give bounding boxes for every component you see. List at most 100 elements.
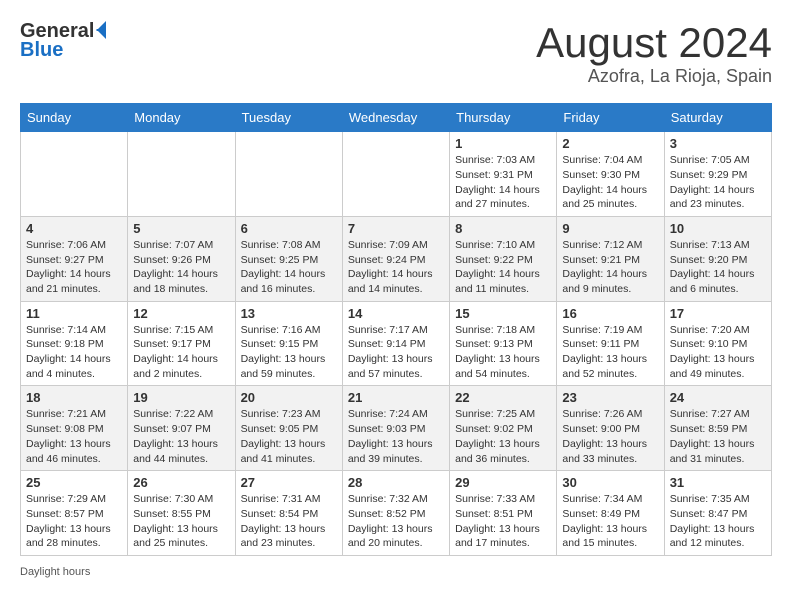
daylight-label: Daylight hours: [20, 566, 90, 578]
calendar-cell: 18 Sunrise: 7:21 AM Sunset: 9:08 PM Dayli…: [21, 386, 128, 471]
day-number: 27: [241, 475, 337, 490]
day-number: 12: [133, 306, 229, 321]
day-info: Sunrise: 7:26 AM Sunset: 9:00 PM Dayligh…: [562, 407, 658, 466]
calendar-cell: 27 Sunrise: 7:31 AM Sunset: 8:54 PM Dayli…: [235, 471, 342, 556]
calendar-cell: 29Sunrise: 7:33 AM Sunset: 8:51 PM Dayli…: [450, 471, 557, 556]
day-number: 2: [562, 136, 658, 151]
day-number: 6: [241, 221, 337, 236]
day-of-week-header: Tuesday: [235, 104, 342, 132]
day-info: Sunrise: 7:18 AM Sunset: 9:13 PM Dayligh…: [455, 323, 551, 382]
logo-blue-text: Blue: [20, 39, 63, 62]
footer: Daylight hours: [20, 566, 772, 578]
calendar-week-row: 18 Sunrise: 7:21 AM Sunset: 9:08 PM Dayli…: [21, 386, 772, 471]
day-info: Sunrise: 7:31 AM Sunset: 8:54 PM Dayligh…: [241, 492, 337, 551]
calendar-cell: 5 Sunrise: 7:07 AM Sunset: 9:26 PM Daylig…: [128, 216, 235, 301]
day-number: 7: [348, 221, 444, 236]
day-number: 26: [133, 475, 229, 490]
day-number: 16: [562, 306, 658, 321]
day-info: Sunrise: 7:16 AM Sunset: 9:15 PM Dayligh…: [241, 323, 337, 382]
day-info: Sunrise: 7:14 AM Sunset: 9:18 PM Dayligh…: [26, 323, 122, 382]
calendar-cell: 12 Sunrise: 7:15 AM Sunset: 9:17 PM Dayli…: [128, 301, 235, 386]
day-number: 10: [670, 221, 766, 236]
calendar-cell: 30Sunrise: 7:34 AM Sunset: 8:49 PM Dayli…: [557, 471, 664, 556]
calendar-cell: 3 Sunrise: 7:05 AM Sunset: 9:29 PM Daylig…: [664, 132, 771, 217]
calendar-week-row: 25 Sunrise: 7:29 AM Sunset: 8:57 PM Dayli…: [21, 471, 772, 556]
day-of-week-header: Thursday: [450, 104, 557, 132]
calendar-cell: 9Sunrise: 7:12 AM Sunset: 9:21 PM Daylig…: [557, 216, 664, 301]
day-number: 1: [455, 136, 551, 151]
day-number: 3: [670, 136, 766, 151]
day-info: Sunrise: 7:20 AM Sunset: 9:10 PM Dayligh…: [670, 323, 766, 382]
day-info: Sunrise: 7:06 AM Sunset: 9:27 PM Dayligh…: [26, 238, 122, 297]
day-number: 30: [562, 475, 658, 490]
calendar-cell: 4 Sunrise: 7:06 AM Sunset: 9:27 PM Daylig…: [21, 216, 128, 301]
logo: General Blue: [20, 20, 106, 62]
day-number: 4: [26, 221, 122, 236]
calendar-cell: 1Sunrise: 7:03 AM Sunset: 9:31 PM Daylig…: [450, 132, 557, 217]
day-number: 19: [133, 390, 229, 405]
day-number: 8: [455, 221, 551, 236]
day-info: Sunrise: 7:07 AM Sunset: 9:26 PM Dayligh…: [133, 238, 229, 297]
day-number: 11: [26, 306, 122, 321]
day-info: Sunrise: 7:12 AM Sunset: 9:21 PM Dayligh…: [562, 238, 658, 297]
day-number: 24: [670, 390, 766, 405]
calendar-cell: 28 Sunrise: 7:32 AM Sunset: 8:52 PM Dayli…: [342, 471, 449, 556]
calendar-week-row: 4 Sunrise: 7:06 AM Sunset: 9:27 PM Daylig…: [21, 216, 772, 301]
day-number: 14: [348, 306, 444, 321]
calendar-cell: 19 Sunrise: 7:22 AM Sunset: 9:07 PM Dayli…: [128, 386, 235, 471]
day-info: Sunrise: 7:13 AM Sunset: 9:20 PM Dayligh…: [670, 238, 766, 297]
day-info: Sunrise: 7:21 AM Sunset: 9:08 PM Dayligh…: [26, 407, 122, 466]
calendar-cell: 10 Sunrise: 7:13 AM Sunset: 9:20 PM Dayli…: [664, 216, 771, 301]
calendar-cell: 22 Sunrise: 7:25 AM Sunset: 9:02 PM Dayli…: [450, 386, 557, 471]
day-info: Sunrise: 7:17 AM Sunset: 9:14 PM Dayligh…: [348, 323, 444, 382]
calendar-cell: [21, 132, 128, 217]
calendar-cell: 20Sunrise: 7:23 AM Sunset: 9:05 PM Dayli…: [235, 386, 342, 471]
day-number: 5: [133, 221, 229, 236]
day-info: Sunrise: 7:05 AM Sunset: 9:29 PM Dayligh…: [670, 153, 766, 212]
day-info: Sunrise: 7:04 AM Sunset: 9:30 PM Dayligh…: [562, 153, 658, 212]
calendar-week-row: 11 Sunrise: 7:14 AM Sunset: 9:18 PM Dayli…: [21, 301, 772, 386]
calendar-cell: 2 Sunrise: 7:04 AM Sunset: 9:30 PM Daylig…: [557, 132, 664, 217]
calendar-cell: 7 Sunrise: 7:09 AM Sunset: 9:24 PM Daylig…: [342, 216, 449, 301]
calendar-cell: 16Sunrise: 7:19 AM Sunset: 9:11 PM Dayli…: [557, 301, 664, 386]
calendar-cell: 24 Sunrise: 7:27 AM Sunset: 8:59 PM Dayli…: [664, 386, 771, 471]
day-info: Sunrise: 7:09 AM Sunset: 9:24 PM Dayligh…: [348, 238, 444, 297]
day-info: Sunrise: 7:22 AM Sunset: 9:07 PM Dayligh…: [133, 407, 229, 466]
calendar-cell: 23Sunrise: 7:26 AM Sunset: 9:00 PM Dayli…: [557, 386, 664, 471]
calendar-cell: 13 Sunrise: 7:16 AM Sunset: 9:15 PM Dayli…: [235, 301, 342, 386]
day-number: 13: [241, 306, 337, 321]
calendar-cell: 31Sunrise: 7:35 AM Sunset: 8:47 PM Dayli…: [664, 471, 771, 556]
calendar-cell: 17 Sunrise: 7:20 AM Sunset: 9:10 PM Dayli…: [664, 301, 771, 386]
day-info: Sunrise: 7:27 AM Sunset: 8:59 PM Dayligh…: [670, 407, 766, 466]
calendar-cell: 8 Sunrise: 7:10 AM Sunset: 9:22 PM Daylig…: [450, 216, 557, 301]
calendar-cell: 6 Sunrise: 7:08 AM Sunset: 9:25 PM Daylig…: [235, 216, 342, 301]
day-of-week-header: Sunday: [21, 104, 128, 132]
day-number: 25: [26, 475, 122, 490]
calendar-cell: 26 Sunrise: 7:30 AM Sunset: 8:55 PM Dayli…: [128, 471, 235, 556]
day-info: Sunrise: 7:15 AM Sunset: 9:17 PM Dayligh…: [133, 323, 229, 382]
day-number: 28: [348, 475, 444, 490]
day-number: 15: [455, 306, 551, 321]
calendar-cell: [342, 132, 449, 217]
day-info: Sunrise: 7:25 AM Sunset: 9:02 PM Dayligh…: [455, 407, 551, 466]
calendar-table: SundayMondayTuesdayWednesdayThursdayFrid…: [20, 103, 772, 556]
day-number: 17: [670, 306, 766, 321]
day-info: Sunrise: 7:10 AM Sunset: 9:22 PM Dayligh…: [455, 238, 551, 297]
calendar-cell: [128, 132, 235, 217]
day-number: 20: [241, 390, 337, 405]
day-info: Sunrise: 7:32 AM Sunset: 8:52 PM Dayligh…: [348, 492, 444, 551]
calendar-week-row: 1Sunrise: 7:03 AM Sunset: 9:31 PM Daylig…: [21, 132, 772, 217]
day-info: Sunrise: 7:30 AM Sunset: 8:55 PM Dayligh…: [133, 492, 229, 551]
day-info: Sunrise: 7:29 AM Sunset: 8:57 PM Dayligh…: [26, 492, 122, 551]
month-year-title: August 2024: [536, 20, 772, 66]
day-number: 18: [26, 390, 122, 405]
day-info: Sunrise: 7:33 AM Sunset: 8:51 PM Dayligh…: [455, 492, 551, 551]
header: General Blue August 2024 Azofra, La Rioj…: [20, 20, 772, 87]
calendar-cell: 14 Sunrise: 7:17 AM Sunset: 9:14 PM Dayli…: [342, 301, 449, 386]
day-number: 22: [455, 390, 551, 405]
day-of-week-header: Friday: [557, 104, 664, 132]
calendar-cell: 21Sunrise: 7:24 AM Sunset: 9:03 PM Dayli…: [342, 386, 449, 471]
calendar-header-row: SundayMondayTuesdayWednesdayThursdayFrid…: [21, 104, 772, 132]
day-of-week-header: Saturday: [664, 104, 771, 132]
day-info: Sunrise: 7:08 AM Sunset: 9:25 PM Dayligh…: [241, 238, 337, 297]
